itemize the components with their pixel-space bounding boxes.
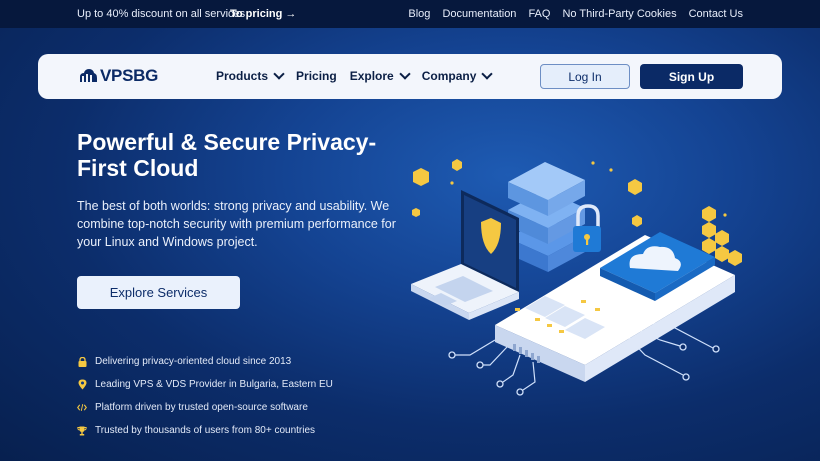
to-pricing-link[interactable]: To pricing → [230, 8, 296, 20]
top-links: Blog Documentation FAQ No Third-Party Co… [408, 8, 743, 20]
top-link-blog[interactable]: Blog [408, 8, 430, 20]
nav-item-company[interactable]: Company [421, 67, 494, 83]
nav-menu: Products Pricing Explore Company [216, 67, 494, 83]
map-pin-icon [77, 379, 87, 390]
feature-text: Delivering privacy-oriented cloud since … [95, 356, 292, 367]
nav-item-explore[interactable]: Explore [349, 67, 411, 83]
lock-icon [77, 356, 87, 367]
nav-item-label: Products [216, 69, 269, 83]
logo[interactable]: VPSBG [77, 66, 158, 86]
hero-description: The best of both worlds: strong privacy … [77, 199, 396, 249]
hero-title: Powerful & Secure Privacy-First Cloud [77, 129, 377, 181]
nav-item-pricing[interactable]: Pricing [296, 69, 337, 83]
top-link-no-third-party-cookies[interactable]: No Third-Party Cookies [562, 8, 676, 20]
list-item: Leading VPS & VDS Provider in Bulgaria, … [77, 373, 333, 396]
list-item: Trusted by thousands of users from 80+ c… [77, 419, 333, 442]
top-link-faq[interactable]: FAQ [528, 8, 550, 20]
chevron-down-icon [399, 67, 411, 80]
chevron-down-icon [273, 67, 285, 80]
trophy-icon [77, 425, 87, 436]
list-item: Delivering privacy-oriented cloud since … [77, 350, 333, 373]
logo-mark-icon [80, 69, 97, 82]
top-link-contact-us[interactable]: Contact Us [689, 8, 743, 20]
top-announcement-bar: Up to 40% discount on all services To pr… [0, 0, 820, 28]
nav-item-label: Explore [349, 69, 394, 83]
nav-item-products[interactable]: Products [216, 67, 285, 83]
feature-list: Delivering privacy-oriented cloud since … [77, 350, 333, 442]
padlock-icon [573, 204, 601, 252]
code-icon [77, 402, 87, 413]
signup-button[interactable]: Sign Up [640, 64, 743, 89]
cloud-security-illustration [411, 159, 742, 396]
promo-text: Up to 40% discount on all services [77, 8, 246, 20]
laptop [411, 190, 519, 320]
nav-item-label: Pricing [296, 69, 337, 83]
login-button[interactable]: Log In [540, 64, 630, 89]
top-link-documentation[interactable]: Documentation [442, 8, 516, 20]
nav-item-label: Company [421, 69, 477, 83]
list-item: Platform driven by trusted open-source s… [77, 396, 333, 419]
feature-text: Trusted by thousands of users from 80+ c… [95, 425, 316, 436]
feature-text: Leading VPS & VDS Provider in Bulgaria, … [95, 379, 333, 390]
logo-text: VPSBG [100, 66, 159, 85]
main-navbar: VPSBG Products Pricing Explore Company L… [38, 54, 782, 99]
chevron-down-icon [481, 67, 494, 80]
server-stack [508, 162, 585, 272]
explore-services-button[interactable]: Explore Services [77, 276, 240, 309]
feature-text: Platform driven by trusted open-source s… [95, 402, 308, 413]
